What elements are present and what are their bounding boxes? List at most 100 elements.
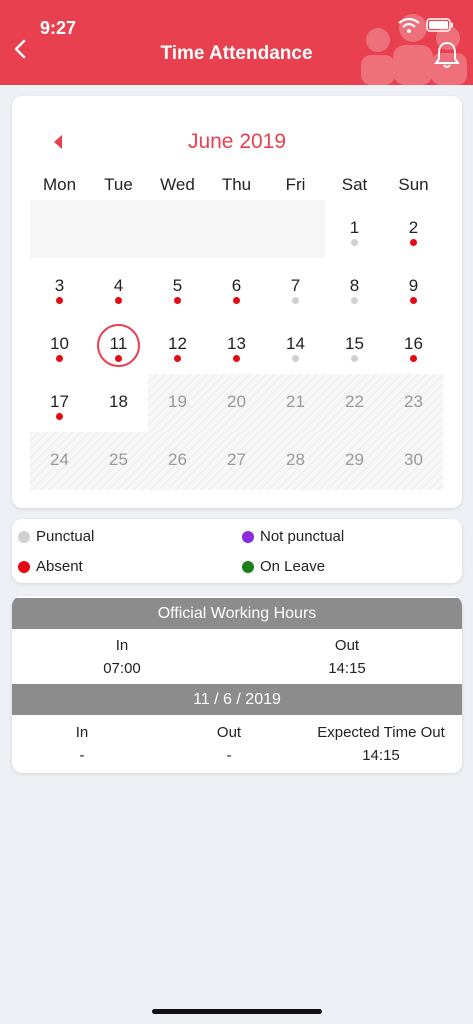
selected-date-bar: 11 / 6 / 2019: [12, 684, 462, 715]
calendar-day-29[interactable]: 29: [325, 432, 384, 490]
battery-icon: [426, 18, 453, 32]
calendar-day-13[interactable]: 13: [207, 316, 266, 374]
attendance-status-dot: [410, 355, 417, 362]
calendar-day-12[interactable]: 12: [148, 316, 207, 374]
attendance-status-dot: [174, 355, 181, 362]
weekday-label: Wed: [160, 175, 195, 194]
calendar-day-11[interactable]: 11: [89, 316, 148, 374]
calendar-day-22[interactable]: 22: [325, 374, 384, 432]
legend-dot: [18, 530, 30, 543]
working-hours-title: Official Working Hours: [12, 598, 462, 629]
calendar-week-row: 12: [30, 200, 443, 258]
calendar-day-7[interactable]: 7: [266, 258, 325, 316]
official-out-label: Out: [334, 637, 360, 654]
calendar-day-14[interactable]: 14: [266, 316, 325, 374]
weekday-label: Sun: [398, 175, 429, 194]
legend-punctual: Punctual: [18, 528, 94, 545]
calendar-day-3[interactable]: 3: [30, 258, 89, 316]
calendar-day-28[interactable]: 28: [266, 432, 325, 490]
calendar-day-number: 15: [345, 334, 364, 353]
status-time: 9:27: [40, 18, 77, 38]
legend-not-punctual: Not punctual: [242, 528, 344, 545]
calendar-day-5[interactable]: 5: [148, 258, 207, 316]
calendar-day-number: 12: [168, 334, 187, 353]
expected-out-value: 14:15: [362, 747, 400, 764]
attendance-status-dot: [174, 297, 181, 304]
calendar-day-9[interactable]: 9: [384, 258, 443, 316]
calendar-day-18[interactable]: 18: [89, 374, 148, 432]
calendar-day-number: 3: [54, 276, 65, 295]
calendar-day-27[interactable]: 27: [207, 432, 266, 490]
weekday-label: Tue: [104, 175, 133, 194]
calendar-day-number: 6: [231, 276, 242, 295]
calendar-day-number: 8: [349, 276, 360, 295]
calendar-day-number: 14: [286, 334, 305, 353]
calendar-day-17[interactable]: 17: [30, 374, 89, 432]
calendar-empty-cell: [266, 200, 325, 258]
calendar-day-26[interactable]: 26: [148, 432, 207, 490]
calendar-day-19[interactable]: 19: [148, 374, 207, 432]
calendar-day-number: 7: [290, 276, 301, 295]
calendar-day-number: 26: [168, 450, 187, 469]
month-title: June 2019: [187, 130, 287, 153]
calendar-day-16[interactable]: 16: [384, 316, 443, 374]
calendar-empty-cell: [207, 200, 266, 258]
calendar-day-number: 5: [172, 276, 183, 295]
calendar-day-number: 22: [345, 392, 364, 411]
calendar-day-21[interactable]: 21: [266, 374, 325, 432]
calendar-day-number: 10: [50, 334, 69, 353]
calendar-week-row: 17 18 19 20 21 22 23: [30, 374, 443, 432]
calendar-day-4[interactable]: 4: [89, 258, 148, 316]
legend-label: Not punctual: [260, 528, 345, 545]
attendance-status-dot: [351, 239, 358, 246]
calendar-day-23[interactable]: 23: [384, 374, 443, 432]
calendar-empty-cell: [30, 200, 89, 258]
calendar-day-24[interactable]: 24: [30, 432, 89, 490]
day-out-label: Out: [216, 724, 242, 741]
day-in-value: -: [79, 747, 85, 764]
legend-dot: [242, 560, 254, 573]
calendar-day-number: 27: [227, 450, 246, 469]
calendar-day-2[interactable]: 2: [384, 200, 443, 258]
calendar-day-number: 29: [345, 450, 364, 469]
calendar-day-number: 30: [404, 450, 423, 469]
calendar-week-row: 24 25 26 27 28 29 30: [30, 432, 443, 490]
calendar-day-25[interactable]: 25: [89, 432, 148, 490]
attendance-status-dot: [233, 355, 240, 362]
calendar-day-1[interactable]: 1: [325, 200, 384, 258]
legend-label: On Leave: [260, 558, 326, 575]
legend-absent: Absent: [18, 558, 83, 575]
attendance-status-dot: [233, 297, 240, 304]
official-in-label: In: [115, 637, 129, 654]
calendar-week-row: 3 4 5 6 7 8 9: [30, 258, 443, 316]
bell-icon[interactable]: [434, 40, 460, 70]
calendar-day-8[interactable]: 8: [325, 258, 384, 316]
calendar-day-10[interactable]: 10: [30, 316, 89, 374]
calendar-day-number: 19: [168, 392, 187, 411]
wifi-icon: [398, 18, 420, 33]
calendar-day-number: 17: [50, 392, 69, 411]
expected-out-label: Expected Time Out: [317, 724, 445, 741]
attendance-status-dot: [56, 297, 63, 304]
calendar-day-number: 25: [109, 450, 128, 469]
weekday-label: Fri: [285, 175, 306, 194]
official-in-value: 07:00: [103, 660, 141, 677]
calendar-grid: 1 2 3 4 5 6 7 8 9 10 11 12 13 14 15 16 17 18 19 20 21 22 23 24 2…: [30, 200, 443, 490]
attendance-status-dot: [351, 355, 358, 362]
attendance-status-dot: [115, 297, 122, 304]
calendar-empty-cell: [148, 200, 207, 258]
attendance-status-dot: [410, 239, 417, 246]
calendar-day-number: 9: [408, 276, 419, 295]
app-header: 9:27 Time Attendance: [0, 0, 473, 85]
legend-on-leave: On Leave: [242, 558, 325, 575]
calendar-day-6[interactable]: 6: [207, 258, 266, 316]
calendar-day-20[interactable]: 20: [207, 374, 266, 432]
official-out-value: 14:15: [328, 660, 366, 677]
attendance-status-dot: [115, 355, 122, 362]
attendance-status-dot: [351, 297, 358, 304]
legend-dot: [18, 560, 30, 573]
calendar-day-number: 1: [349, 218, 360, 237]
calendar-day-15[interactable]: 15: [325, 316, 384, 374]
calendar-day-30[interactable]: 30: [384, 432, 443, 490]
legend-dot: [242, 530, 254, 543]
